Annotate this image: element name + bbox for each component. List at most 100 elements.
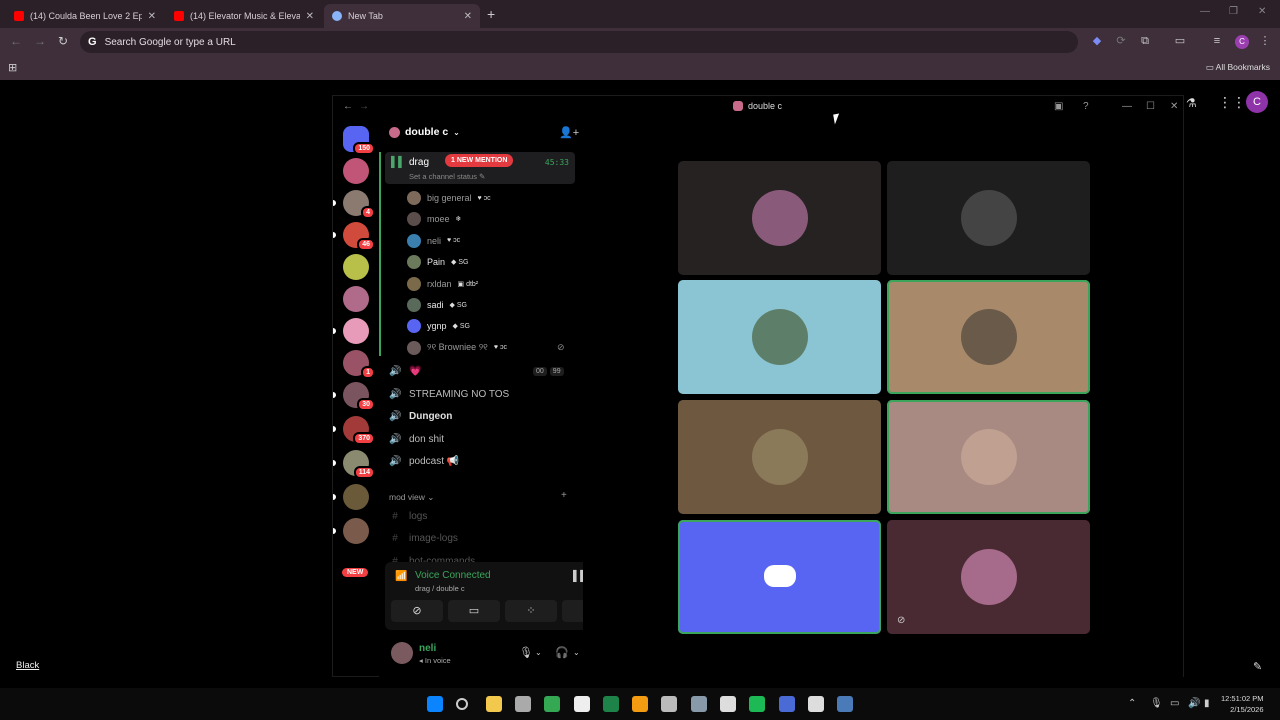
reload-icon[interactable]: ↻ — [58, 34, 68, 48]
server-icon[interactable]: 1 — [343, 350, 375, 379]
back-arrow-icon[interactable]: ← — [343, 101, 353, 112]
help-icon[interactable]: ? — [1083, 101, 1089, 112]
profile-avatar[interactable]: C — [1235, 35, 1249, 49]
system-clock[interactable]: 12:51:02 PM 2/15/2026 — [1221, 693, 1264, 715]
taskbar-app-icon[interactable] — [690, 696, 707, 712]
participant-tile[interactable]: ⊘ — [887, 520, 1090, 634]
taskbar-app-icon[interactable] — [778, 696, 795, 712]
shortcut-link[interactable]: Black — [16, 660, 39, 671]
server-icon[interactable] — [343, 158, 369, 184]
participant-tile[interactable] — [678, 400, 881, 514]
taskbar-app-icon[interactable] — [837, 696, 854, 712]
labs-flask-icon[interactable]: ⚗ — [1186, 96, 1197, 110]
minimize-icon[interactable]: — — [1122, 101, 1132, 112]
close-tab-icon[interactable]: ✕ — [306, 11, 314, 22]
participant-tile[interactable] — [678, 280, 881, 394]
participant-tile[interactable] — [678, 161, 881, 275]
signal-icon[interactable]: 📶 — [395, 571, 407, 582]
voice-channel[interactable]: 🔊 STREAMING NO TOS — [389, 384, 509, 404]
volume-icon[interactable]: 🔊 — [1188, 698, 1200, 709]
browser-tab[interactable]: (14) Coulda Been Love 2 Episod ✕ — [6, 4, 164, 28]
participant-tile[interactable] — [887, 400, 1090, 514]
new-tab-button[interactable]: + — [487, 6, 495, 22]
customize-pencil-icon[interactable]: ✎ — [1253, 660, 1262, 673]
back-icon[interactable]: ← — [10, 34, 22, 48]
extension-icon[interactable]: ⟳ — [1114, 34, 1128, 48]
user-name[interactable]: neli — [419, 643, 436, 654]
server-icon[interactable]: 370 — [343, 416, 375, 445]
taskbar-app-icon[interactable] — [514, 696, 531, 712]
headphones-icon[interactable]: 🎧 — [555, 646, 569, 659]
tray-mic-icon[interactable]: 🎙 — [1150, 698, 1163, 709]
voice-member[interactable]: moee ❄ — [407, 209, 461, 229]
voice-channel-drag[interactable]: ▌▌ drag 1 NEW MENTION 45:33 Set a channe… — [385, 152, 575, 184]
voice-member[interactable]: sadi ◆ SG — [407, 295, 467, 315]
text-channel[interactable]: # image-logs — [389, 529, 458, 549]
voice-status[interactable]: Voice Connected — [415, 570, 491, 581]
category-mod-view[interactable]: mod view ⌄ — [389, 492, 434, 503]
close-tab-icon[interactable]: ✕ — [464, 11, 472, 22]
server-icon[interactable]: 4 — [343, 190, 375, 219]
chevron-down-icon[interactable]: ⌄ — [535, 648, 542, 657]
taskbar-app-icon[interactable] — [485, 696, 502, 712]
microphone-icon[interactable]: 🎙 — [519, 646, 533, 659]
taskbar-app-icon[interactable] — [807, 696, 824, 712]
forward-arrow-icon[interactable]: → — [359, 101, 369, 112]
voice-channel[interactable]: 🔊 Dungeon — [389, 407, 452, 427]
forward-icon[interactable]: → — [34, 34, 46, 48]
text-channel[interactable]: # logs — [389, 506, 427, 526]
browser-tab-active[interactable]: New Tab ✕ — [324, 4, 480, 28]
taskbar-app-icon[interactable] — [749, 696, 766, 712]
tray-chevron-icon[interactable]: ⌃ — [1128, 698, 1136, 709]
mention-badge[interactable]: 1 NEW MENTION — [445, 154, 514, 167]
server-header[interactable]: double c ⌄ — [389, 126, 460, 138]
maximize-icon[interactable]: ☐ — [1146, 101, 1155, 112]
taskbar-app-icon[interactable] — [544, 696, 561, 712]
extension-shield-icon[interactable]: ◆ — [1090, 34, 1104, 48]
address-bar[interactable]: G Search Google or type a URL — [80, 31, 1078, 53]
battery-icon[interactable]: ▮ — [1204, 698, 1210, 709]
search-icon[interactable] — [456, 698, 469, 710]
close-tab-icon[interactable]: ✕ — [148, 11, 156, 22]
participant-tile[interactable] — [887, 161, 1090, 275]
server-icon[interactable] — [343, 518, 369, 544]
voice-channel[interactable]: 🔊 don shit — [389, 429, 444, 449]
invite-people-icon[interactable]: 👤+ — [559, 126, 579, 139]
user-avatar[interactable] — [391, 642, 413, 664]
voice-member[interactable]: Pain ◆ SG — [407, 252, 468, 272]
server-icon[interactable] — [343, 254, 369, 280]
server-icon[interactable]: 114 — [343, 450, 375, 479]
voice-channel-heart[interactable]: 🔊 💗 — [389, 361, 421, 381]
participant-tile[interactable] — [887, 280, 1090, 394]
taskbar-app-icon[interactable] — [632, 696, 649, 712]
all-bookmarks-button[interactable]: ▭ All Bookmarks — [1206, 62, 1270, 73]
start-menu-icon[interactable] — [427, 696, 443, 712]
server-icon[interactable]: 46 — [343, 222, 375, 251]
taskbar-app-icon[interactable] — [661, 696, 678, 712]
extensions-puzzle-icon[interactable]: ⧉ — [1138, 34, 1152, 48]
taskbar-app-icon[interactable] — [720, 696, 736, 712]
voice-member[interactable]: big general ♥ ɔc — [407, 188, 491, 208]
server-icon[interactable] — [343, 318, 369, 344]
cast-icon[interactable]: ▭ — [1173, 34, 1187, 48]
add-channel-icon[interactable]: + — [561, 490, 567, 501]
server-icon[interactable]: 150 — [343, 126, 375, 155]
minimize-icon[interactable]: — — [1200, 6, 1210, 17]
participant-tile[interactable] — [678, 520, 881, 634]
camera-off-button[interactable]: ⊘ — [391, 600, 443, 622]
taskbar-app-icon[interactable] — [573, 696, 590, 712]
close-window-icon[interactable]: ✕ — [1258, 6, 1266, 17]
google-account-avatar[interactable]: C — [1246, 91, 1268, 113]
taskbar-app-icon[interactable] — [602, 696, 619, 712]
voice-location[interactable]: drag / double c — [415, 584, 465, 593]
server-icon[interactable] — [343, 286, 369, 312]
voice-member[interactable]: neli ♥ ɔc — [407, 231, 460, 251]
close-icon[interactable]: ✕ — [1170, 101, 1178, 112]
voice-member[interactable]: ୨୧ Browniee ୨୧ ♥ ɔc ⊘ — [407, 338, 565, 358]
menu-kebab-icon[interactable]: ⋮ — [1258, 34, 1272, 48]
voice-channel[interactable]: 🔊 podcast 📢 — [389, 452, 459, 472]
maximize-icon[interactable]: ❐ — [1229, 6, 1238, 17]
server-icon[interactable] — [343, 484, 369, 510]
media-icon[interactable]: ≡ — [1210, 34, 1224, 48]
voice-member[interactable]: rxldan ▣ dtb² — [407, 274, 478, 294]
